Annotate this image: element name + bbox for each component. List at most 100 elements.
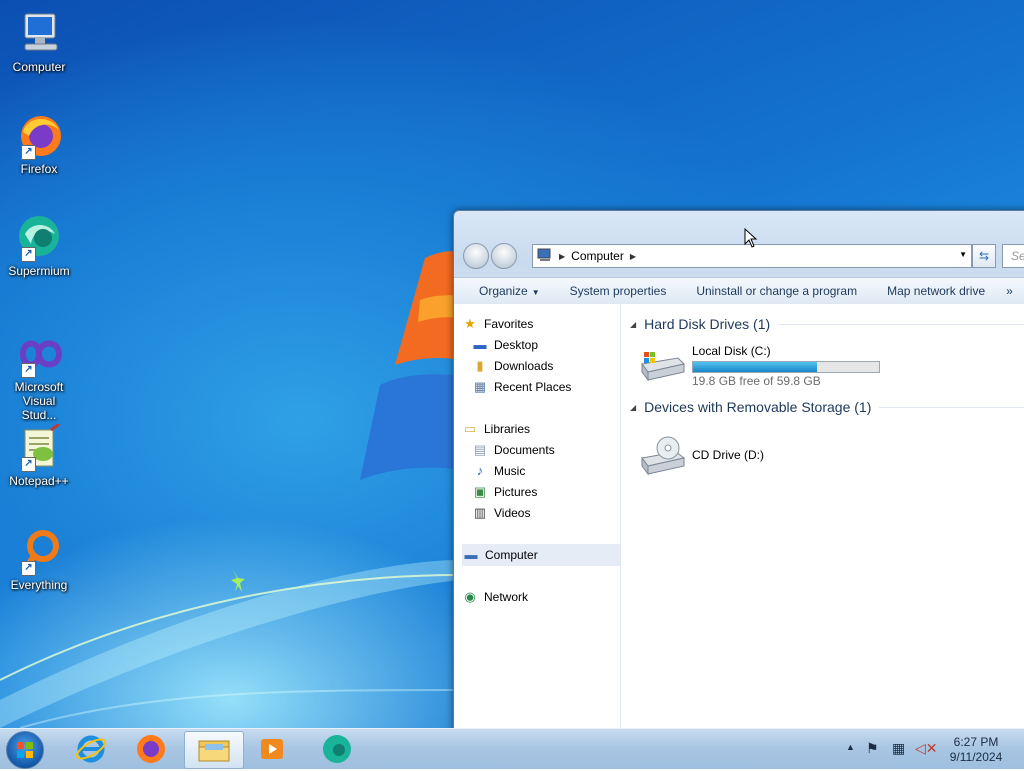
breadcrumb-computer[interactable]: Computer — [571, 249, 624, 263]
libraries-icon: ▭ — [463, 421, 477, 436]
nav-label: Libraries — [484, 422, 531, 436]
taskbar-supermium[interactable] — [308, 731, 366, 767]
collapse-triangle-icon[interactable]: ◢ — [630, 320, 636, 329]
clock-time: 6:27 PM — [953, 735, 999, 749]
nav-music[interactable]: ♪ Music — [472, 461, 628, 481]
media-player-icon — [261, 739, 283, 759]
explorer-content: ★ Favorites ▬ Desktop ▮ Downloads ▦ Recent P… — [454, 304, 1024, 731]
network-status-icon[interactable]: ▦ — [892, 740, 905, 757]
pictures-icon: ▣ — [473, 484, 487, 499]
nav-label: Favorites — [484, 317, 534, 331]
desktop-icon-label: Notepad++ — [9, 474, 69, 488]
computer-icon: ▬ — [464, 547, 478, 562]
back-button[interactable] — [463, 243, 489, 269]
nav-label: Music — [494, 464, 526, 478]
nav-label: Network — [484, 590, 529, 604]
nav-computer[interactable]: ▬ Computer — [462, 544, 620, 566]
search-input[interactable]: Se — [1002, 244, 1024, 268]
group-title: Hard Disk Drives (1) — [644, 316, 771, 332]
recent-places-icon: ▦ — [473, 379, 487, 394]
music-icon: ♪ — [476, 463, 484, 478]
taskbar: ▲ ⚑ ▦ ◁✕ 6:27 PM 9/11/2024 — [0, 728, 1024, 769]
drive-cd-d[interactable]: CD Drive (D:) — [638, 434, 888, 480]
folder-icon — [198, 740, 230, 762]
drive-name: Local Disk (C:) — [692, 344, 771, 358]
nav-downloads[interactable]: ▮ Downloads — [472, 356, 628, 376]
nav-desktop[interactable]: ▬ Desktop — [472, 335, 628, 355]
desktop-icon-visual-studio[interactable]: ↗ Microsoft Visual Stud... — [4, 330, 74, 422]
navigation-buttons — [463, 243, 523, 269]
action-center-flag-icon[interactable]: ⚑ — [866, 740, 879, 757]
disk-usage-bar — [692, 361, 880, 373]
nav-recent-places[interactable]: ▦ Recent Places — [472, 377, 628, 397]
shortcut-arrow-icon: ↗ — [21, 457, 36, 472]
videos-icon: ▥ — [473, 505, 487, 520]
map-network-drive-button[interactable]: Map network drive — [872, 284, 1000, 298]
system-clock[interactable]: 6:27 PM 9/11/2024 — [940, 735, 1012, 765]
taskbar-internet-explorer[interactable] — [62, 731, 120, 767]
shortcut-arrow-icon: ↗ — [21, 561, 36, 576]
desktop-icon-firefox[interactable]: ↗ Firefox — [4, 112, 74, 176]
notepad-plus-plus-icon: ↗ — [15, 422, 63, 472]
drive-free-space: 19.8 GB free of 59.8 GB — [692, 374, 821, 388]
nav-libraries[interactable]: ▭ Libraries — [462, 419, 618, 439]
refresh-icon: ⇆ — [978, 249, 990, 263]
command-bar: Organize ▼ System properties Uninstall or… — [454, 277, 1024, 305]
taskbar-media-player[interactable] — [244, 731, 302, 767]
explorer-window: ▶ Computer ▶ ▼ ⇆ Se Organize▼ System pro… — [453, 210, 1024, 732]
desktop-icon-everything[interactable]: ↗ Everything — [4, 528, 74, 592]
taskbar-firefox[interactable] — [122, 731, 180, 767]
visual-studio-icon: ↗ — [15, 330, 63, 378]
nav-label: Computer — [485, 548, 538, 562]
group-header-removable-storage[interactable]: ◢ Devices with Removable Storage (1) — [630, 399, 1024, 415]
drives-view: ◢ Hard Disk Drives (1) Local Disk (C:) 1… — [622, 304, 1024, 731]
navigation-pane: ★ Favorites ▬ Desktop ▮ Downloads ▦ Recent P… — [454, 304, 621, 731]
star-icon: ★ — [464, 316, 476, 331]
nav-label: Recent Places — [494, 380, 572, 394]
shortcut-arrow-icon: ↗ — [21, 247, 36, 262]
nav-favorites[interactable]: ★ Favorites — [462, 314, 618, 334]
more-commands-button[interactable]: » — [1006, 284, 1013, 298]
shortcut-arrow-icon: ↗ — [21, 145, 36, 160]
desktop-icon-computer[interactable]: Computer — [4, 10, 74, 74]
group-title: Devices with Removable Storage (1) — [644, 399, 872, 415]
nav-label: Videos — [494, 506, 531, 520]
drive-local-disk-c[interactable]: Local Disk (C:) 19.8 GB free of 59.8 GB — [638, 344, 888, 390]
taskbar-windows-explorer[interactable] — [184, 731, 244, 769]
nav-label: Pictures — [494, 485, 538, 499]
downloads-folder-icon: ▮ — [476, 358, 484, 373]
system-properties-button[interactable]: System properties — [555, 284, 682, 298]
refresh-button[interactable]: ⇆ — [972, 244, 996, 268]
forward-button[interactable] — [491, 243, 517, 269]
desktop-icon-label: Supermium — [8, 264, 70, 278]
start-button[interactable] — [6, 731, 44, 769]
breadcrumb-arrow-icon[interactable]: ▶ — [559, 252, 565, 261]
documents-icon: ▤ — [473, 442, 487, 457]
show-hidden-icons-button[interactable]: ▲ — [846, 742, 855, 752]
hard-drive-icon — [638, 348, 686, 387]
collapse-triangle-icon[interactable]: ◢ — [630, 403, 636, 412]
nav-label: Desktop — [494, 338, 539, 352]
nav-network[interactable]: ◉ Network — [462, 587, 618, 607]
volume-muted-icon[interactable]: ◁✕ — [915, 740, 938, 757]
desktop-icon: ▬ — [473, 337, 487, 352]
group-header-hard-disks[interactable]: ◢ Hard Disk Drives (1) — [630, 316, 1024, 332]
desktop-icon-label: Everything — [10, 578, 68, 592]
computer-icon — [15, 10, 63, 58]
desktop-icon-notepad-plus-plus[interactable]: ↗ Notepad++ — [4, 422, 74, 488]
nav-pictures[interactable]: ▣ Pictures — [472, 482, 628, 502]
breadcrumb-arrow-icon[interactable]: ▶ — [630, 252, 636, 261]
desktop-icon-label: Firefox — [20, 162, 58, 176]
network-icon: ◉ — [464, 589, 476, 604]
supermium-icon — [323, 735, 351, 763]
nav-videos[interactable]: ▥ Videos — [472, 503, 628, 523]
organize-button[interactable]: Organize ▼ — [454, 284, 555, 298]
nav-label: Documents — [494, 443, 555, 457]
firefox-icon: ↗ — [15, 112, 63, 160]
desktop-icon-supermium[interactable]: ↗ Supermium — [4, 214, 74, 278]
nav-documents[interactable]: ▤ Documents — [472, 440, 628, 460]
desktop-icon-label: Computer — [12, 60, 66, 74]
chevron-down-icon[interactable]: ▼ — [959, 250, 967, 259]
uninstall-program-button[interactable]: Uninstall or change a program — [681, 284, 872, 298]
clock-date: 9/11/2024 — [949, 750, 1003, 764]
